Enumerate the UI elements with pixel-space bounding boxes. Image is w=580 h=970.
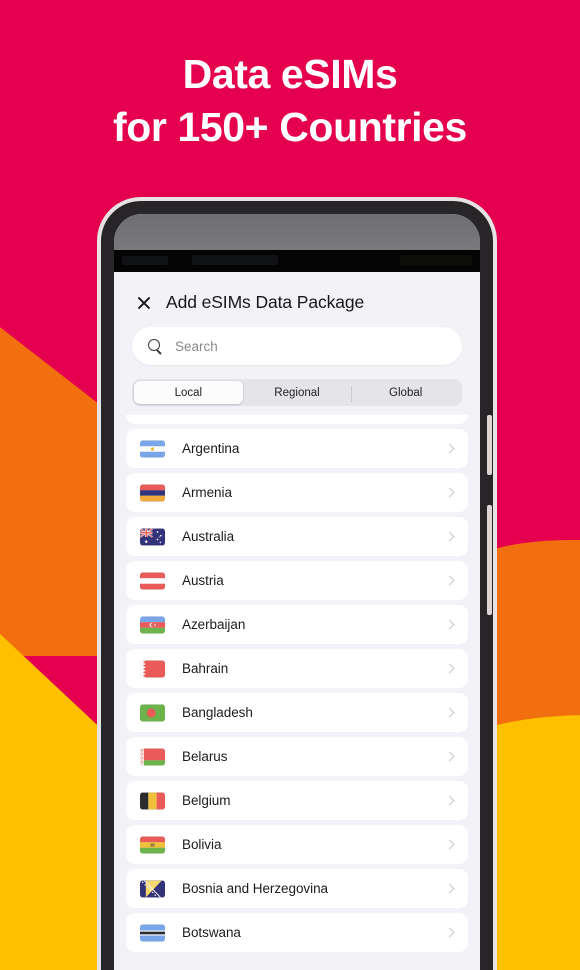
country-name: Bosnia and Herzegovina (182, 881, 328, 896)
country-name: Botswana (182, 925, 241, 940)
flag-icon-bolivia (140, 835, 165, 854)
status-bar-indicators (400, 255, 472, 266)
tab-global[interactable]: Global (351, 381, 460, 404)
chevron-right-icon (444, 531, 455, 542)
phone-screen: Add eSIMs Data Package Search Local Regi… (114, 214, 480, 970)
tabs-section: Local Regional Global (114, 365, 480, 406)
search-placeholder: Search (175, 338, 218, 354)
flag-icon-australia (140, 527, 165, 546)
promo-headline-line1: Data eSIMs (182, 51, 398, 97)
chevron-right-icon (444, 487, 455, 498)
table-row[interactable]: Armenia (126, 473, 468, 512)
status-bar-center (192, 255, 278, 265)
app-header: Add eSIMs Data Package (114, 272, 480, 327)
table-row[interactable]: Azerbaijan (126, 605, 468, 644)
chevron-right-icon (444, 927, 455, 938)
chevron-right-icon (444, 883, 455, 894)
promo-headline-line2: for 150+ Countries (113, 104, 467, 150)
search-input[interactable]: Search (132, 327, 462, 365)
page-title: Add eSIMs Data Package (166, 292, 365, 312)
chevron-right-icon (444, 707, 455, 718)
phone-top-bezel (114, 214, 480, 250)
status-bar-carrier (122, 256, 168, 265)
promo-screenshot: Data eSIMs for 150+ Countries Add eSIMs … (0, 0, 580, 970)
chevron-right-icon (444, 443, 455, 454)
chevron-right-icon (444, 795, 455, 806)
country-name: Belarus (182, 749, 228, 764)
search-section: Search (114, 327, 480, 365)
country-name: Belgium (182, 793, 231, 808)
country-name: Austria (182, 573, 224, 588)
segmented-control: Local Regional Global (132, 379, 462, 406)
country-name: Armenia (182, 485, 232, 500)
status-bar (114, 250, 480, 272)
flag-icon-belgium (140, 791, 165, 810)
list-item-partial-top (126, 415, 468, 424)
chevron-right-icon (444, 575, 455, 586)
chevron-right-icon (444, 663, 455, 674)
flag-icon-bahrain (140, 659, 165, 678)
table-row[interactable]: Botswana (126, 913, 468, 952)
flag-icon-botswana (140, 923, 165, 942)
table-row[interactable]: Belgium (126, 781, 468, 820)
flag-icon-azerbaijan (140, 615, 165, 634)
country-list[interactable]: Argentina Armenia Australia Austria Azer… (114, 415, 480, 970)
country-name: Bahrain (182, 661, 229, 676)
country-name: Azerbaijan (182, 617, 246, 632)
chevron-right-icon (444, 839, 455, 850)
flag-icon-austria (140, 571, 165, 590)
close-x-icon[interactable] (136, 295, 152, 311)
table-row[interactable]: Australia (126, 517, 468, 556)
tab-local[interactable]: Local (134, 381, 243, 404)
flag-icon-bangladesh (140, 703, 165, 722)
chevron-right-icon (444, 751, 455, 762)
country-name: Bolivia (182, 837, 222, 852)
country-name: Argentina (182, 441, 240, 456)
table-row[interactable]: Belarus (126, 737, 468, 776)
table-row[interactable]: Austria (126, 561, 468, 600)
phone-side-button-power[interactable] (487, 505, 492, 615)
table-row[interactable]: Bahrain (126, 649, 468, 688)
flag-icon-bosnia-and-herzegovina (140, 879, 165, 898)
country-name: Bangladesh (182, 705, 253, 720)
search-icon (148, 339, 162, 353)
table-row[interactable]: Argentina (126, 429, 468, 468)
chevron-right-icon (444, 619, 455, 630)
tab-regional[interactable]: Regional (243, 381, 352, 404)
table-row[interactable]: Bosnia and Herzegovina (126, 869, 468, 908)
flag-icon-armenia (140, 483, 165, 502)
app-content: Add eSIMs Data Package Search Local Regi… (114, 272, 480, 970)
table-row[interactable]: Bolivia (126, 825, 468, 864)
table-row[interactable]: Bangladesh (126, 693, 468, 732)
flag-icon-argentina (140, 439, 165, 458)
promo-headline: Data eSIMs for 150+ Countries (0, 48, 580, 154)
country-name: Australia (182, 529, 235, 544)
phone-side-button-volume[interactable] (487, 415, 492, 475)
flag-icon-belarus (140, 747, 165, 766)
